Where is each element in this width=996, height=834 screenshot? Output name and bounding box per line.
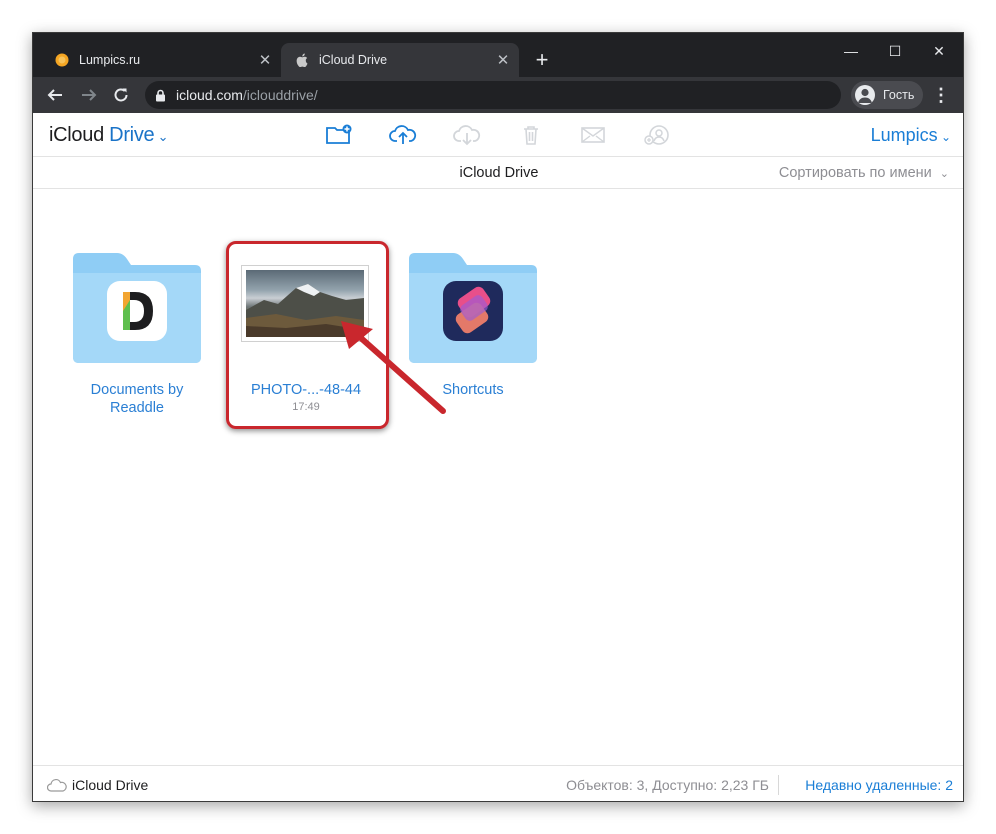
sort-dropdown[interactable]: Сортировать по имени ⌄ bbox=[779, 165, 949, 181]
profile-label: Гость bbox=[883, 88, 915, 102]
forward-icon[interactable] bbox=[75, 81, 103, 109]
app-header: iCloud Drive ⌄ Lumpics ⌄ bbox=[33, 113, 963, 157]
recently-deleted-link[interactable]: Недавно удаленные: 2 bbox=[805, 777, 953, 793]
close-window-icon[interactable]: ✕ bbox=[919, 37, 959, 65]
reload-icon[interactable] bbox=[107, 81, 135, 109]
tab-close-icon[interactable]: ✕ bbox=[253, 48, 277, 72]
lumpics-favicon-icon bbox=[55, 53, 69, 67]
item-label: Documents by Readdle bbox=[67, 381, 207, 417]
tab-title: iCloud Drive bbox=[319, 53, 388, 67]
browser-window: Lumpics.ru ✕ iCloud Drive ✕ + — ☐ ✕ iclo… bbox=[32, 32, 964, 802]
guest-profile-button[interactable]: Гость bbox=[851, 81, 923, 109]
browser-menu-icon[interactable]: ⋮ bbox=[929, 81, 953, 109]
tab-lumpics[interactable]: Lumpics.ru ✕ bbox=[41, 43, 281, 77]
tab-strip: Lumpics.ru ✕ iCloud Drive ✕ + — ☐ ✕ bbox=[33, 33, 963, 77]
brand-icloud: iCloud bbox=[49, 124, 104, 146]
back-icon[interactable] bbox=[41, 81, 69, 109]
browser-toolbar: icloud.com/iclouddrive/ Гость ⋮ bbox=[33, 77, 963, 113]
item-label-line2: Readdle bbox=[109, 400, 164, 416]
item-label-line1: Documents by bbox=[90, 382, 184, 398]
share-icon bbox=[642, 121, 672, 149]
upload-icon[interactable] bbox=[388, 121, 418, 149]
chevron-down-icon: ⌄ bbox=[939, 168, 949, 180]
download-icon bbox=[452, 121, 482, 149]
new-tab-button[interactable]: + bbox=[529, 47, 555, 73]
tab-close-icon[interactable]: ✕ bbox=[491, 48, 515, 72]
footer-divider bbox=[778, 775, 779, 795]
chevron-down-icon: ⌄ bbox=[154, 129, 169, 144]
minimize-icon[interactable]: — bbox=[831, 37, 871, 65]
tab-title: Lumpics.ru bbox=[79, 53, 141, 67]
user-menu[interactable]: Lumpics ⌄ bbox=[871, 125, 951, 146]
user-name: Lumpics bbox=[870, 125, 938, 145]
folder-icon bbox=[73, 253, 201, 363]
new-folder-icon[interactable] bbox=[324, 121, 354, 149]
brand-drive: Drive bbox=[109, 124, 155, 146]
url-host: icloud.com bbox=[176, 87, 243, 103]
tab-icloud-drive[interactable]: iCloud Drive ✕ bbox=[281, 43, 519, 77]
apple-favicon-icon bbox=[295, 53, 309, 67]
chevron-down-icon: ⌄ bbox=[937, 130, 951, 144]
url-path: /iclouddrive/ bbox=[242, 87, 318, 103]
red-arrow-icon bbox=[341, 321, 446, 414]
address-bar[interactable]: icloud.com/iclouddrive/ bbox=[145, 81, 841, 109]
footer-location-label: iCloud Drive bbox=[72, 777, 149, 793]
app-title-menu[interactable]: iCloud Drive ⌄ bbox=[49, 124, 169, 147]
footer-stats: Объектов: 3, Доступно: 2,23 ГБ bbox=[566, 777, 769, 793]
sort-label: Сортировать по имени bbox=[778, 165, 932, 181]
lock-icon bbox=[155, 89, 166, 102]
footer-location: iCloud Drive bbox=[47, 777, 148, 793]
mail-icon bbox=[578, 121, 608, 149]
avatar-icon bbox=[855, 85, 875, 105]
maximize-icon[interactable]: ☐ bbox=[875, 37, 915, 65]
cloud-icon bbox=[47, 778, 67, 792]
sub-header: iCloud Drive Сортировать по имени ⌄ bbox=[33, 157, 963, 189]
trash-icon bbox=[516, 121, 546, 149]
footer: iCloud Drive Объектов: 3, Доступно: 2,23… bbox=[33, 765, 963, 801]
